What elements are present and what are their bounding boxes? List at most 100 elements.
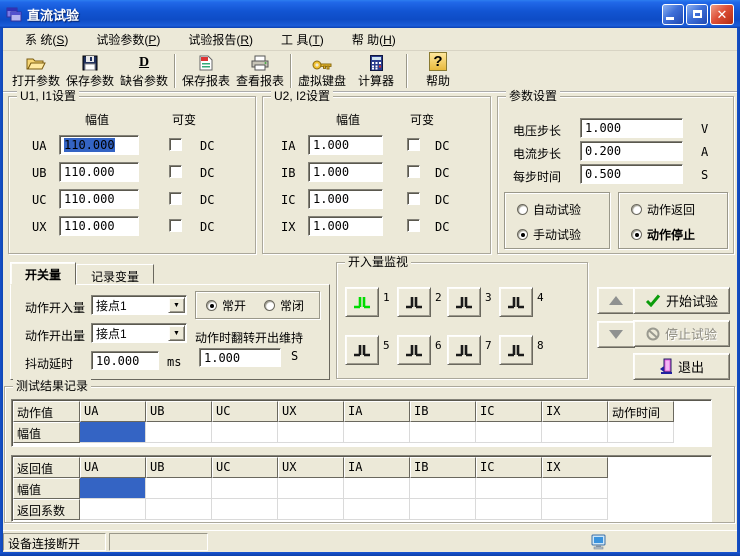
menu-system[interactable]: 系 统(S): [11, 28, 82, 51]
view-report-button[interactable]: 查看报表: [233, 52, 287, 90]
close-button[interactable]: ✕: [710, 4, 734, 25]
normally-closed-radio[interactable]: 常闭: [264, 297, 304, 314]
table-cell[interactable]: [212, 499, 278, 520]
contact-type-frame: 常开 常闭: [195, 291, 320, 319]
ic-amplitude-field[interactable]: 1.000: [308, 189, 383, 209]
contact-channel-6-button[interactable]: [397, 335, 431, 365]
app-icon: [6, 6, 22, 22]
test-results-group: 测试结果记录 动作值 UA UB UC UX IA IB IC IX 动作时间 …: [4, 386, 735, 523]
current-step-field[interactable]: 0.200: [580, 141, 683, 161]
step-down-button[interactable]: [597, 321, 635, 348]
debounce-label: 抖动延时: [25, 355, 73, 372]
default-params-button[interactable]: D 缺省参数: [117, 52, 171, 90]
help-button[interactable]: ? 帮助: [411, 52, 465, 90]
ua-amplitude-field[interactable]: 110.000: [59, 135, 139, 155]
step-up-button[interactable]: [597, 287, 635, 314]
uc-amplitude-field[interactable]: 110.000: [59, 189, 139, 209]
table-cell[interactable]: [212, 422, 278, 443]
table-cell[interactable]: [410, 422, 476, 443]
stop-test-button[interactable]: 停止试验: [633, 320, 730, 347]
arrow-down-icon: [609, 330, 623, 339]
tab-switch-quantity[interactable]: 开关量: [10, 262, 76, 285]
column-header: IA: [344, 457, 410, 478]
table-cell[interactable]: [608, 422, 674, 443]
table-cell[interactable]: [278, 422, 344, 443]
start-test-button[interactable]: 开始试验: [633, 287, 730, 314]
ib-dc-checkbox[interactable]: [407, 165, 420, 178]
manual-test-radio[interactable]: 手动试验: [517, 226, 581, 243]
menu-test-params[interactable]: 试验参数(P): [82, 28, 174, 51]
table-cell[interactable]: [410, 499, 476, 520]
ix-amplitude-field[interactable]: 1.000: [308, 216, 383, 236]
voltage-step-field[interactable]: 1.000: [580, 118, 683, 138]
action-stop-radio[interactable]: 动作停止: [631, 226, 695, 243]
contact-channel-2-button[interactable]: [397, 287, 431, 317]
tab-record-variable[interactable]: 记录变量: [76, 264, 154, 284]
save-report-button[interactable]: 保存报表: [179, 52, 233, 90]
table-cell[interactable]: [278, 478, 344, 499]
table-cell[interactable]: [344, 478, 410, 499]
table-cell[interactable]: [542, 499, 608, 520]
chevron-down-icon[interactable]: ▼: [168, 325, 185, 341]
action-return-radio[interactable]: 动作返回: [631, 201, 695, 218]
column-header: UA: [80, 401, 146, 422]
table-cell[interactable]: [278, 499, 344, 520]
table-cell[interactable]: [476, 422, 542, 443]
table-cell[interactable]: [344, 422, 410, 443]
ia-amplitude-field[interactable]: 1.000: [308, 135, 383, 155]
table-cell[interactable]: [476, 499, 542, 520]
table-cell[interactable]: [410, 478, 476, 499]
hold-time-field[interactable]: 1.000: [199, 348, 281, 367]
corner-header: 返回值: [13, 457, 80, 478]
ua-dc-checkbox[interactable]: [169, 138, 182, 151]
table-cell[interactable]: [212, 478, 278, 499]
selected-cell[interactable]: [80, 478, 146, 499]
ic-dc-checkbox[interactable]: [407, 192, 420, 205]
uc-dc-checkbox[interactable]: [169, 192, 182, 205]
contact-channel-4-button[interactable]: [499, 287, 533, 317]
table-cell[interactable]: [146, 422, 212, 443]
table-cell[interactable]: [344, 499, 410, 520]
table-cell[interactable]: [80, 499, 146, 520]
maximize-button[interactable]: [686, 4, 708, 25]
menu-tools[interactable]: 工 具(T): [267, 28, 338, 51]
ib-amplitude-field[interactable]: 1.000: [308, 162, 383, 182]
table-cell[interactable]: [476, 478, 542, 499]
table-cell[interactable]: [146, 499, 212, 520]
menu-help[interactable]: 帮 助(H): [338, 28, 410, 51]
channel-number: 7: [485, 339, 492, 352]
exit-button[interactable]: 退出: [633, 353, 730, 380]
calculator-button[interactable]: 计算器: [349, 52, 403, 90]
action-input-combo[interactable]: 接点1 ▼: [91, 295, 187, 315]
chevron-down-icon[interactable]: ▼: [168, 297, 185, 313]
test-mode-frame: 自动试验 手动试验: [504, 192, 610, 249]
minimize-button[interactable]: [662, 4, 684, 25]
action-results-container: 动作值 UA UB UC UX IA IB IC IX 动作时间 幅值: [11, 399, 712, 447]
open-params-button[interactable]: 打开参数: [9, 52, 63, 90]
table-cell[interactable]: [542, 478, 608, 499]
radio-icon: [517, 229, 528, 240]
table-cell[interactable]: [146, 478, 212, 499]
ia-dc-checkbox[interactable]: [407, 138, 420, 151]
contact-channel-7-button[interactable]: [447, 335, 481, 365]
step-time-field[interactable]: 0.500: [580, 164, 683, 184]
action-output-combo[interactable]: 接点1 ▼: [91, 323, 187, 343]
contact-channel-8-button[interactable]: [499, 335, 533, 365]
ix-dc-checkbox[interactable]: [407, 219, 420, 232]
virtual-keyboard-button[interactable]: 虚拟键盘: [295, 52, 349, 90]
selected-cell[interactable]: [80, 422, 146, 443]
normally-open-radio[interactable]: 常开: [206, 297, 246, 314]
ub-dc-checkbox[interactable]: [169, 165, 182, 178]
save-params-button[interactable]: 保存参数: [63, 52, 117, 90]
group-title: U1, I1设置: [17, 89, 79, 103]
contact-channel-1-button[interactable]: [345, 287, 379, 317]
contact-channel-5-button[interactable]: [345, 335, 379, 365]
ux-dc-checkbox[interactable]: [169, 219, 182, 232]
contact-channel-3-button[interactable]: [447, 287, 481, 317]
table-cell[interactable]: [542, 422, 608, 443]
ux-amplitude-field[interactable]: 110.000: [59, 216, 139, 236]
ub-amplitude-field[interactable]: 110.000: [59, 162, 139, 182]
debounce-field[interactable]: 10.000: [91, 351, 159, 370]
auto-test-radio[interactable]: 自动试验: [517, 201, 581, 218]
menu-test-report[interactable]: 试验报告(R): [174, 28, 267, 51]
